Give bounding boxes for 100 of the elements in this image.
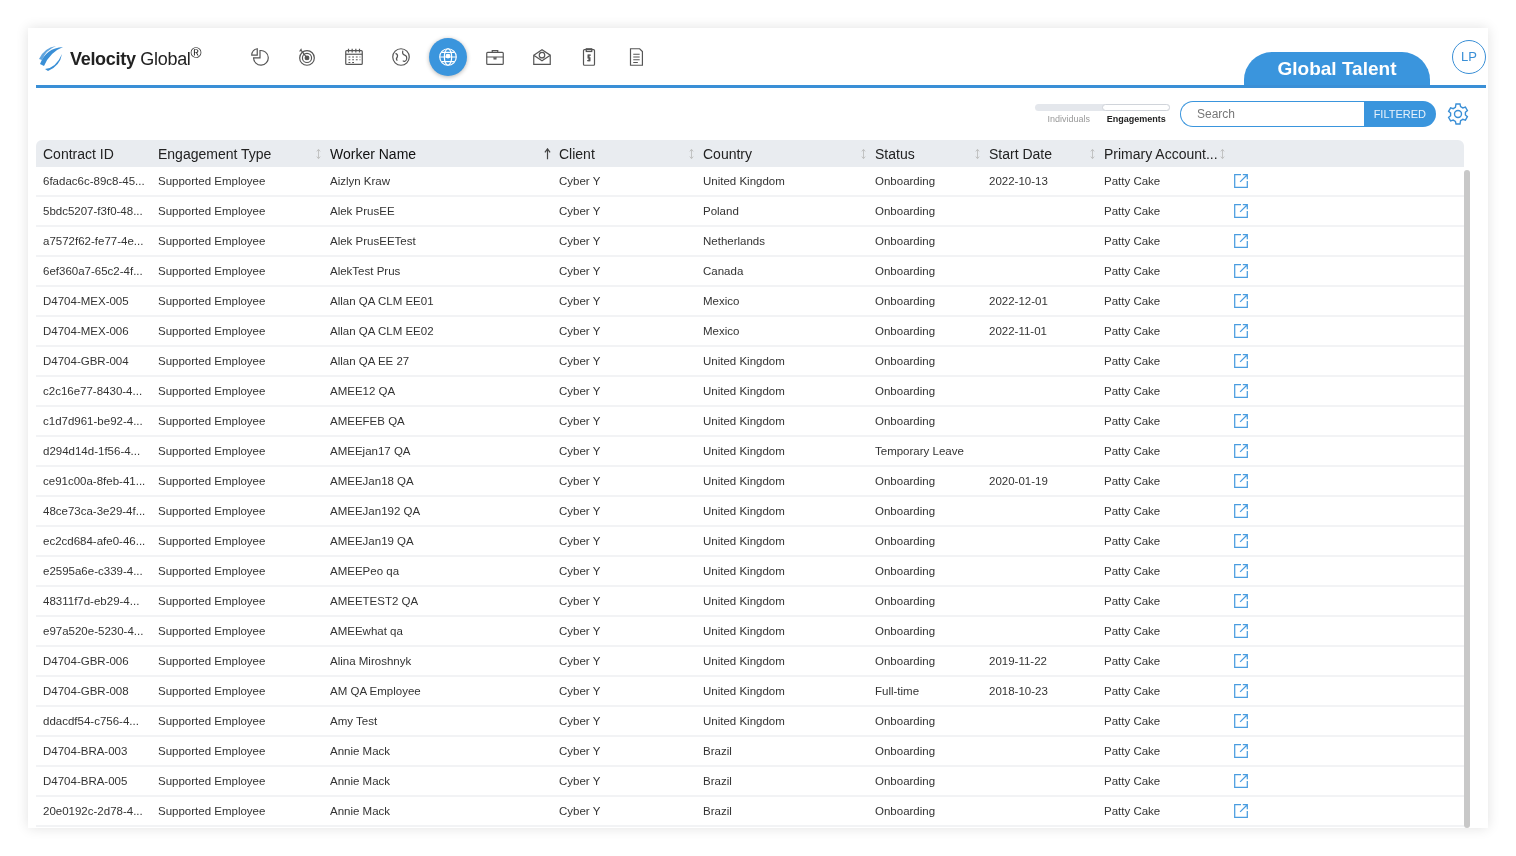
contract-id-cell: c2c16e77-8430-4... (43, 385, 143, 397)
sort-ascending-icon[interactable] (544, 147, 551, 160)
external-link-icon[interactable] (1232, 502, 1250, 520)
sort-icon[interactable] (688, 147, 695, 160)
worker-name-cell: Amy Test (330, 715, 378, 727)
external-link-icon[interactable] (1232, 442, 1250, 460)
worker-name-cell: Annie Mack (330, 745, 391, 757)
external-link-icon[interactable] (1232, 532, 1250, 550)
account-cell: Patty Cake (1104, 805, 1161, 817)
client-cell: Cyber Y (559, 295, 601, 307)
engagement-type-cell: Supported Employee (158, 565, 266, 577)
external-link-icon[interactable] (1232, 802, 1250, 820)
external-link-icon[interactable] (1232, 562, 1250, 580)
client-cell: Cyber Y (559, 265, 601, 277)
country-cell: United Kingdom (703, 565, 785, 577)
engagement-type-cell: Supported Employee (158, 175, 266, 187)
column-header[interactable]: Start Date (989, 145, 1096, 162)
account-cell: Patty Cake (1104, 715, 1161, 727)
external-link-icon[interactable] (1232, 772, 1250, 790)
client-cell: Cyber Y (559, 385, 601, 397)
settings-icon[interactable] (1446, 102, 1470, 126)
sort-icon[interactable] (1219, 147, 1226, 160)
worker-name-cell: Allan QA CLM EE02 (330, 325, 434, 337)
status-cell: Onboarding (875, 355, 936, 367)
external-link-icon[interactable] (1232, 622, 1250, 640)
account-cell: Patty Cake (1104, 505, 1161, 517)
external-link-icon[interactable] (1232, 472, 1250, 490)
contract-id-cell: 20e0192c-2d78-4... (43, 805, 143, 817)
sort-icon[interactable] (315, 147, 322, 160)
column-header[interactable]: Engagement Type (158, 145, 322, 162)
external-link-icon[interactable] (1232, 742, 1250, 760)
sort-icon[interactable] (974, 147, 981, 160)
external-link-icon[interactable] (1232, 652, 1250, 670)
external-link-icon[interactable] (1232, 712, 1250, 730)
account-cell: Patty Cake (1104, 475, 1161, 487)
contract-id-cell: c1d7d961-be92-4... (43, 415, 143, 427)
worker-name-cell: AMEEFEB QA (330, 415, 405, 427)
status-cell: Onboarding (875, 205, 936, 217)
contract-id-cell: ce91c00a-8feb-41... (43, 475, 146, 487)
status-cell: Onboarding (875, 655, 936, 667)
external-link-icon[interactable] (1232, 322, 1250, 340)
external-link-icon[interactable] (1232, 172, 1250, 190)
engagement-type-cell: Supported Employee (158, 715, 266, 727)
contract-id-cell: d294d14d-1f56-4... (43, 445, 141, 457)
external-link-icon[interactable] (1232, 682, 1250, 700)
contract-id-cell: D4704-GBR-006 (43, 655, 129, 667)
external-link-icon[interactable] (1232, 382, 1250, 400)
country-cell: Mexico (703, 295, 740, 307)
external-link-icon[interactable] (1232, 262, 1250, 280)
logo-text: Velocity Global$^{®}$ (70, 43, 202, 70)
engagement-type-cell: Supported Employee (158, 535, 266, 547)
worker-name-cell: AMEEJan18 QA (330, 475, 414, 487)
sort-icon[interactable] (860, 147, 867, 160)
worker-name-cell: AMEEjan17 QA (330, 445, 411, 457)
external-link-icon[interactable] (1232, 592, 1250, 610)
engagement-type-cell: Supported Employee (158, 625, 266, 637)
external-link-icon[interactable] (1232, 352, 1250, 370)
client-cell: Cyber Y (559, 355, 601, 367)
column-header[interactable]: Primary Account... (1104, 145, 1226, 162)
external-link-icon[interactable] (1232, 202, 1250, 220)
client-cell: Cyber Y (559, 445, 601, 457)
worker-name-cell: Allan QA EE 27 (330, 355, 410, 367)
client-cell: Cyber Y (559, 205, 601, 217)
contract-id-cell: ec2cd684-afe0-46... (43, 535, 146, 547)
client-cell: Cyber Y (559, 505, 601, 517)
view-toggle-track[interactable] (1035, 104, 1170, 111)
external-link-icon[interactable] (1232, 292, 1250, 310)
column-header[interactable]: Client (559, 145, 695, 162)
external-link-icon[interactable] (1232, 412, 1250, 430)
contract-id-cell: D4704-MEX-005 (43, 295, 129, 307)
view-toggle-option[interactable]: Engagements (1102, 114, 1170, 124)
status-cell: Onboarding (875, 505, 936, 517)
worker-name-cell: AMEETEST2 QA (330, 595, 419, 607)
column-header[interactable]: Worker Name (330, 145, 551, 162)
column-header[interactable]: Contract ID (43, 145, 150, 162)
country-cell: Netherlands (703, 235, 765, 247)
status-cell: Onboarding (875, 235, 936, 247)
account-cell: Patty Cake (1104, 625, 1161, 637)
worker-name-cell: Alek PrusEE (330, 205, 395, 217)
contract-id-cell: D4704-GBR-008 (43, 685, 129, 697)
contract-id-cell: e2595a6e-c339-4... (43, 565, 143, 577)
account-cell: Patty Cake (1104, 775, 1161, 787)
column-header[interactable]: Status (875, 145, 981, 162)
globe-person-icon[interactable] (429, 37, 467, 76)
status-cell: Onboarding (875, 595, 936, 607)
client-cell: Cyber Y (559, 535, 601, 547)
client-cell: Cyber Y (559, 715, 601, 727)
column-header[interactable]: Country (703, 145, 867, 162)
external-link-icon[interactable] (1232, 232, 1250, 250)
client-cell: Cyber Y (559, 805, 601, 817)
country-cell: Mexico (703, 325, 740, 337)
worker-name-cell: Annie Mack (330, 805, 391, 817)
country-cell: United Kingdom (703, 625, 785, 637)
country-cell: United Kingdom (703, 415, 785, 427)
sort-icon[interactable] (1089, 147, 1096, 160)
engagement-type-cell: Supported Employee (158, 595, 266, 607)
contract-id-cell: 48ce73ca-3e29-4f... (43, 505, 146, 517)
status-cell: Onboarding (875, 565, 936, 577)
scrollbar[interactable] (1464, 170, 1470, 828)
search-field[interactable]: Search (1180, 101, 1364, 127)
